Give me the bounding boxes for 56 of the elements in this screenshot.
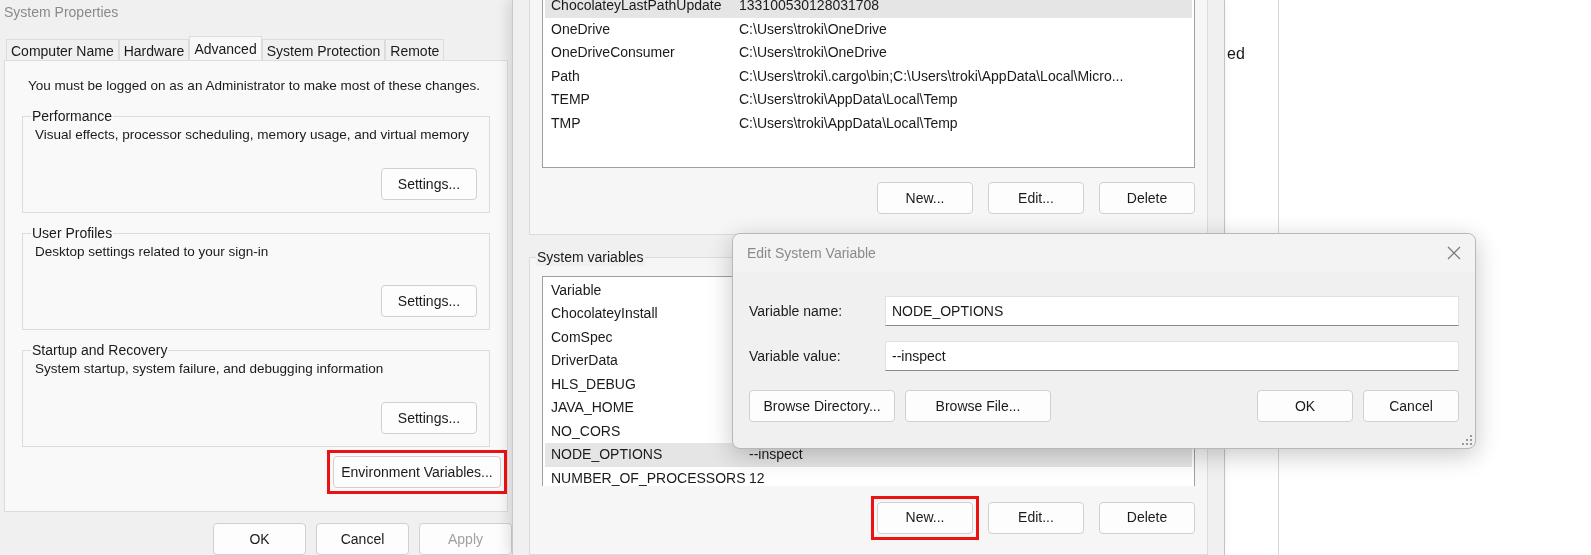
dialog-button[interactable]: OK [1257, 390, 1353, 422]
dialog-button[interactable]: Settings... [381, 168, 477, 201]
dialog-button[interactable]: Settings... [381, 402, 477, 435]
dialog-button[interactable]: New... [871, 495, 979, 540]
tab[interactable]: Computer Name [6, 38, 119, 60]
variable-name: Path [551, 66, 581, 86]
list-row[interactable]: TMP C:\Users\troki\AppData\Local\Temp [545, 111, 1192, 135]
variable-name: ComSpec [551, 327, 614, 347]
tab[interactable]: Hardware [118, 38, 190, 60]
variable-name: NODE_OPTIONS [551, 445, 664, 465]
variable-name: NO_CORS [551, 421, 622, 441]
group-title: Startup and Recovery [31, 341, 169, 360]
close-icon[interactable] [1447, 246, 1461, 260]
variable-name: OneDriveConsumer [551, 43, 676, 63]
variable-value: C:\Users\troki\OneDrive [739, 43, 887, 63]
group-description: Visual effects, processor scheduling, memory usage, and virtual memory [35, 126, 470, 145]
variable-value: C:\Users\troki\.cargo\bin;C:\Users\troki\AppData\Local\Micro... [739, 66, 1124, 86]
variable-name: TMP [551, 113, 582, 133]
dialog-button[interactable]: Browse File... [905, 390, 1051, 422]
list-row[interactable]: Path C:\Users\troki\.cargo\bin;C:\Users\troki\AppData\Local\Micro... [545, 64, 1192, 88]
group-description: System startup, system failure, and debugging information [35, 360, 385, 379]
list-row[interactable]: OneDriveConsumer C:\Users\troki\OneDrive [545, 41, 1192, 65]
variable-name: ChocolateyLastPathUpdate [551, 0, 723, 16]
variable-name: HLS_DEBUG [551, 374, 637, 394]
variable-name: OneDrive [551, 19, 612, 39]
variable-value: C:\Users\troki\AppData\Local\Temp [739, 113, 958, 133]
resize-grip-icon[interactable] [1462, 435, 1472, 445]
variable-name: TEMP [551, 90, 591, 110]
variable-value: 133100530128031708 [739, 0, 880, 16]
group-description: Desktop settings related to your sign-in [35, 243, 270, 262]
dialog-button[interactable]: Cancel [1363, 390, 1459, 422]
list-row[interactable]: ChocolateyLastPathUpdate 133100530128031708 [545, 0, 1192, 18]
list-row[interactable]: TEMP C:\Users\troki\AppData\Local\Temp [545, 88, 1192, 112]
variable-value: C:\Users\troki\OneDrive [739, 19, 887, 39]
list-row[interactable]: NUMBER_OF_PROCESSORS 12 [545, 466, 1192, 486]
tab[interactable]: Remote [385, 38, 445, 60]
dialog-button[interactable]: Settings... [381, 285, 477, 318]
list-row[interactable]: OneDrive C:\Users\troki\OneDrive [545, 17, 1192, 41]
tab[interactable]: Advanced [189, 35, 262, 60]
variable-name: NUMBER_OF_PROCESSORS [551, 468, 747, 486]
notice-text: You must be logged on as an Administrator to make most of these changes. [27, 76, 482, 95]
dialog-button[interactable]: Environment Variables... [327, 450, 507, 495]
field-label: Variable name: [749, 301, 844, 321]
tab[interactable]: System Protection [261, 38, 386, 60]
text-fragment: ed [1227, 45, 1245, 62]
input-field[interactable]: --inspect [885, 341, 1459, 371]
dialog-button[interactable]: Browse Directory... [749, 390, 895, 422]
dialog-button[interactable]: Cancel [316, 523, 409, 555]
input-field[interactable]: NODE_OPTIONS [885, 296, 1459, 326]
variable-value: 12 [749, 468, 765, 486]
dialog-title: Edit System Variable [747, 243, 876, 263]
field-label: Variable value: [749, 346, 842, 366]
dialog-button[interactable]: OK [213, 523, 306, 555]
variable-value: C:\Users\troki\AppData\Local\Temp [739, 90, 958, 110]
window-title: System Properties [4, 3, 119, 23]
variable-value: --inspect [749, 445, 803, 465]
